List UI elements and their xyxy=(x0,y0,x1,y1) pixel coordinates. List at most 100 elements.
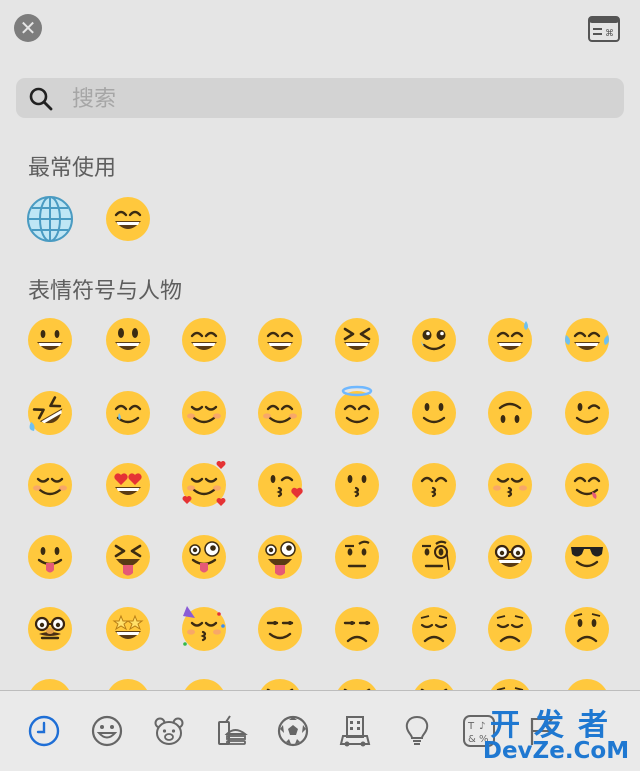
emoji-glyph xyxy=(182,606,226,651)
emoji-glyph xyxy=(182,391,226,435)
emoji-glyph xyxy=(28,535,72,579)
emoji-cell[interactable] xyxy=(23,530,77,584)
emoji-cell[interactable] xyxy=(330,530,384,584)
emoji-cell[interactable] xyxy=(177,602,231,656)
search-icon xyxy=(29,87,53,111)
emoji-glyph xyxy=(412,318,456,362)
frequent-emoji[interactable] xyxy=(101,192,155,246)
emoji-cell[interactable] xyxy=(483,313,537,367)
emoji-glyph xyxy=(182,460,226,507)
emoji-cell[interactable] xyxy=(330,602,384,656)
emoji-glyph xyxy=(182,535,226,579)
category-activity-tab[interactable] xyxy=(273,711,313,751)
smiley-icon xyxy=(91,715,123,747)
emoji-cell[interactable] xyxy=(407,530,461,584)
emoji-glyph xyxy=(412,607,456,651)
emoji-glyph xyxy=(28,463,72,507)
emoji-cell[interactable] xyxy=(253,386,307,440)
emoji-glyph xyxy=(335,463,379,507)
emoji-cell[interactable] xyxy=(483,602,537,656)
emoji-cell[interactable] xyxy=(177,530,231,584)
emoji-cell[interactable] xyxy=(101,530,155,584)
emoji-glyph xyxy=(335,607,379,651)
soccer-ball-icon xyxy=(277,715,309,747)
category-food-tab[interactable] xyxy=(211,711,251,751)
frequent-emoji[interactable] xyxy=(23,192,77,246)
emoji-glyph xyxy=(258,318,302,362)
emoji-cell[interactable] xyxy=(101,313,155,367)
emoji-glyph xyxy=(335,535,379,579)
category-animals-tab[interactable] xyxy=(149,711,189,751)
emoji-cell[interactable] xyxy=(560,313,614,367)
emoji-cell[interactable] xyxy=(177,458,231,512)
emoji-cell[interactable] xyxy=(483,530,537,584)
search-input[interactable] xyxy=(70,82,614,116)
emoji-cell[interactable] xyxy=(177,386,231,440)
emoji-cell[interactable] xyxy=(407,602,461,656)
emoji-glyph xyxy=(106,391,150,435)
emoji-glyph xyxy=(335,318,379,362)
svg-text:T: T xyxy=(467,721,475,732)
emoji-glyph xyxy=(27,196,73,242)
emoji-cell[interactable] xyxy=(23,458,77,512)
emoji-glyph xyxy=(565,391,609,435)
emoji-glyph xyxy=(412,535,456,579)
emoji-cell[interactable] xyxy=(23,386,77,440)
emoji-cell[interactable] xyxy=(560,386,614,440)
emoji-cell[interactable] xyxy=(330,458,384,512)
emoji-glyph xyxy=(488,463,532,507)
emoji-cell[interactable] xyxy=(407,313,461,367)
emoji-glyph xyxy=(182,318,226,362)
clock-icon xyxy=(28,715,60,747)
emoji-cell[interactable] xyxy=(330,313,384,367)
svg-text:⌘: ⌘ xyxy=(605,29,614,39)
search-field[interactable] xyxy=(16,78,624,118)
watermark-logo: 开发者 DevZe.CoM xyxy=(476,700,636,766)
emoji-cell[interactable] xyxy=(560,530,614,584)
watermark-bottom-text: DevZe.CoM xyxy=(482,738,630,764)
building-icon xyxy=(339,716,371,747)
emoji-cell[interactable] xyxy=(253,458,307,512)
character-viewer-icon[interactable]: ⌘ xyxy=(588,16,620,42)
category-travel-tab[interactable] xyxy=(335,711,375,751)
food-icon xyxy=(218,715,248,745)
emoji-glyph xyxy=(565,607,609,651)
emoji-glyph xyxy=(28,318,72,362)
emoji-cell[interactable] xyxy=(23,313,77,367)
emoji-cell[interactable] xyxy=(253,530,307,584)
emoji-cell[interactable] xyxy=(483,386,537,440)
svg-text:&: & xyxy=(468,734,476,745)
emoji-cell[interactable] xyxy=(101,458,155,512)
emoji-cell[interactable] xyxy=(407,386,461,440)
emoji-glyph xyxy=(106,318,150,362)
emoji-glyph xyxy=(106,463,150,507)
close-icon[interactable]: ✕ xyxy=(14,14,42,42)
emoji-glyph xyxy=(258,391,302,435)
emoji-glyph xyxy=(258,607,302,651)
emoji-cell[interactable] xyxy=(330,385,384,440)
emoji-glyph xyxy=(258,463,303,507)
emoji-cell[interactable] xyxy=(560,458,614,512)
emoji-cell[interactable] xyxy=(483,458,537,512)
emoji-glyph xyxy=(412,463,456,507)
emoji-cell[interactable] xyxy=(407,458,461,512)
emoji-glyph xyxy=(106,535,150,579)
emoji-cell[interactable] xyxy=(253,313,307,367)
emoji-cell[interactable] xyxy=(560,602,614,656)
emoji-glyph xyxy=(565,535,609,579)
emoji-cell[interactable] xyxy=(101,386,155,440)
emoji-glyph xyxy=(335,385,379,435)
window-header: ✕ ⌘ xyxy=(0,0,640,60)
emoji-cell[interactable] xyxy=(23,602,77,656)
section-title-frequently-used: 最常使用 xyxy=(28,156,117,181)
bear-icon xyxy=(154,717,184,745)
emoji-cell[interactable] xyxy=(253,602,307,656)
emoji-glyph xyxy=(488,535,532,579)
category-smileys-tab[interactable] xyxy=(87,711,127,751)
category-recent-tab[interactable] xyxy=(24,711,64,751)
category-objects-tab[interactable] xyxy=(397,711,437,751)
emoji-glyph xyxy=(412,391,456,435)
emoji-cell[interactable] xyxy=(101,602,155,656)
emoji-glyph xyxy=(28,607,72,651)
emoji-cell[interactable] xyxy=(177,313,231,367)
